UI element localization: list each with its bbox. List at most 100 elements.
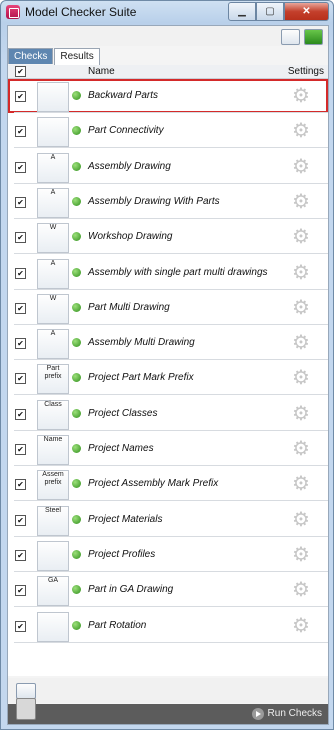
row-checkbox[interactable]: ✔ <box>15 444 26 455</box>
settings-gear-icon[interactable]: ⚙ <box>292 227 312 247</box>
maximize-button[interactable]: ▢ <box>256 2 284 21</box>
check-row[interactable]: ✔ Project Profiles ⚙ <box>8 538 328 572</box>
thumbnail-label: A <box>50 153 56 161</box>
status-ok-icon <box>72 91 81 100</box>
thumbnail-label: Steel <box>45 506 61 514</box>
check-row[interactable]: ✔ A Assembly Drawing With Parts ⚙ <box>8 185 328 219</box>
window-title: Model Checker Suite <box>25 5 137 19</box>
title-bar: Model Checker Suite ▁ ▢ ✕ <box>1 1 333 23</box>
check-row[interactable]: ✔ A Assembly Drawing ⚙ <box>8 150 328 184</box>
status-ok-icon <box>72 267 81 277</box>
settings-gear-icon[interactable]: ⚙ <box>292 157 312 177</box>
check-thumbnail-icon: A <box>37 152 69 183</box>
row-separator <box>14 359 328 361</box>
settings-gear-icon[interactable]: ⚙ <box>292 616 312 636</box>
settings-gear-icon[interactable]: ⚙ <box>292 439 312 459</box>
help-icon[interactable] <box>304 29 323 45</box>
status-ok-icon <box>72 585 81 595</box>
check-thumbnail-icon <box>37 82 69 112</box>
check-row[interactable]: ✔ Steel Project Materials ⚙ <box>8 503 328 537</box>
check-row[interactable]: ✔ Part Connectivity ⚙ <box>8 114 328 149</box>
check-row[interactable]: ✔ W Workshop Drawing ⚙ <box>8 220 328 255</box>
check-row[interactable]: ✔ Class Project Classes ⚙ <box>8 397 328 431</box>
check-thumbnail-icon <box>37 540 69 571</box>
thumbnail-label: A <box>50 188 56 196</box>
checks-list: ✔ Backward Parts ⚙ ✔ Part Connectivity ⚙ ✔ A Ass… <box>8 79 328 676</box>
check-row[interactable]: ✔ Part Rotation ⚙ <box>8 609 328 643</box>
settings-gear-icon[interactable]: ⚙ <box>292 580 312 600</box>
check-row[interactable]: ✔ GA Part in GA Drawing ⚙ <box>8 573 328 608</box>
check-thumbnail-icon: W <box>37 293 69 324</box>
status-ok-icon <box>72 232 81 242</box>
settings-gear-icon[interactable]: ⚙ <box>292 474 312 494</box>
check-thumbnail-icon: A <box>37 329 69 360</box>
close-button[interactable]: ✕ <box>284 2 329 21</box>
row-checkbox[interactable]: ✔ <box>15 479 26 491</box>
status-ok-icon <box>72 373 81 383</box>
row-separator <box>14 606 328 608</box>
select-all-checkbox[interactable]: ✔ <box>15 66 26 77</box>
tab-checks[interactable]: Checks <box>8 48 54 64</box>
check-row[interactable]: ✔ W Part Multi Drawing ⚙ <box>8 291 328 325</box>
row-checkbox[interactable]: ✔ <box>15 620 26 632</box>
select-toggle-icon[interactable] <box>16 683 36 699</box>
thumbnail-label: W <box>49 224 57 232</box>
check-row[interactable]: ✔ Name Project Names ⚙ <box>8 432 328 466</box>
row-checkbox[interactable]: ✔ <box>15 196 26 208</box>
name-column-header[interactable]: Name <box>88 65 115 78</box>
settings-gear-icon[interactable]: ⚙ <box>292 368 312 388</box>
row-checkbox[interactable]: ✔ <box>15 161 26 173</box>
status-ok-icon <box>72 161 81 171</box>
settings-column-header[interactable]: Settings <box>288 65 324 78</box>
check-name: Project Part Mark Prefix <box>88 372 194 384</box>
check-name: Assembly Drawing With Parts <box>88 195 220 207</box>
footer-bar: Run Checks <box>8 698 328 724</box>
check-row[interactable]: ✔ Assem prefix Project Assembly Mark Prefi… <box>8 467 328 502</box>
settings-gear-icon[interactable]: ⚙ <box>292 404 312 424</box>
settings-gear-icon[interactable]: ⚙ <box>292 510 312 530</box>
check-name: Part Connectivity <box>88 125 164 137</box>
check-thumbnail-icon: GA <box>37 576 69 607</box>
check-name: Backward Parts <box>88 90 159 101</box>
check-name: Part Multi Drawing <box>88 301 170 313</box>
row-checkbox[interactable]: ✔ <box>15 91 26 102</box>
row-checkbox[interactable]: ✔ <box>15 302 26 314</box>
check-row[interactable]: ✔ Backward Parts ⚙ <box>8 79 328 113</box>
menu-icon[interactable] <box>16 698 36 720</box>
row-checkbox[interactable]: ✔ <box>15 408 26 420</box>
thumbnail-label: Name <box>43 436 63 443</box>
toolbar <box>8 26 328 46</box>
row-checkbox[interactable]: ✔ <box>15 338 26 350</box>
row-separator <box>14 182 328 184</box>
check-row[interactable]: ✔ A Assembly Multi Drawing ⚙ <box>8 326 328 361</box>
settings-gear-icon[interactable]: ⚙ <box>292 86 312 106</box>
row-checkbox[interactable]: ✔ <box>15 267 26 279</box>
settings-gear-icon[interactable]: ⚙ <box>292 333 312 353</box>
row-checkbox[interactable]: ✔ <box>15 373 26 385</box>
check-name: Assembly with single part multi drawings <box>88 266 268 278</box>
check-row[interactable]: ✔ A Assembly with single part multi drawin… <box>8 256 328 290</box>
row-checkbox[interactable]: ✔ <box>15 514 26 526</box>
filter-icon[interactable] <box>281 29 300 45</box>
row-separator <box>14 570 328 572</box>
row-checkbox[interactable]: ✔ <box>15 232 26 244</box>
column-header: ✔ Name Settings <box>8 65 328 79</box>
thumbnail-label: GA <box>47 577 59 585</box>
settings-gear-icon[interactable]: ⚙ <box>292 192 312 212</box>
thumbnail-label: Part prefix <box>44 365 62 381</box>
row-checkbox[interactable]: ✔ <box>15 126 26 138</box>
tab-results[interactable]: Results <box>54 48 100 65</box>
row-checkbox[interactable]: ✔ <box>15 549 26 561</box>
settings-gear-icon[interactable]: ⚙ <box>292 298 312 318</box>
row-checkbox[interactable]: ✔ <box>15 585 26 597</box>
settings-gear-icon[interactable]: ⚙ <box>292 545 312 565</box>
row-separator <box>14 641 328 643</box>
thumbnail-label: Class <box>44 400 62 408</box>
status-ok-icon <box>72 302 81 312</box>
settings-gear-icon[interactable]: ⚙ <box>292 263 312 283</box>
check-row[interactable]: ✔ Part prefix Project Part Mark Prefix ⚙ <box>8 361 328 396</box>
minimize-button[interactable]: ▁ <box>228 2 256 21</box>
app-icon <box>6 5 20 19</box>
run-checks-button[interactable]: Run Checks <box>251 707 322 721</box>
settings-gear-icon[interactable]: ⚙ <box>292 121 312 141</box>
